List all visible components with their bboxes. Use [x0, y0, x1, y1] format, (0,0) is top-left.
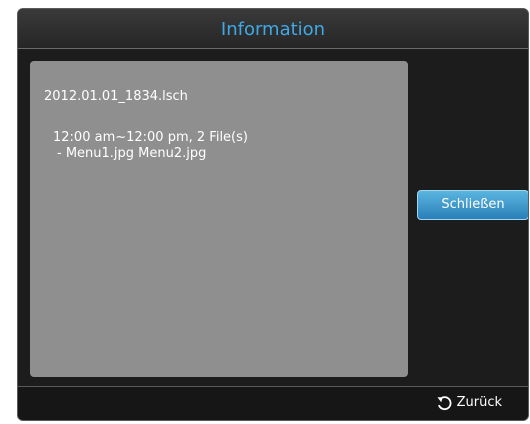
file-name: 2012.01.01_1834.lsch [44, 89, 188, 104]
information-dialog: Information 2012.01.01_1834.lsch 12:00 a… [17, 8, 529, 421]
close-button[interactable]: Schließen [417, 190, 528, 220]
info-panel: 2012.01.01_1834.lsch 12:00 am~12:00 pm, … [30, 61, 408, 377]
file-list: - Menu1.jpg Menu2.jpg [57, 146, 207, 161]
dialog-header: Information [18, 9, 528, 49]
dialog-footer: Zurück [18, 386, 528, 420]
dialog-title: Information [220, 19, 326, 40]
back-label: Zurück [456, 395, 502, 410]
back-button[interactable]: Zurück [436, 395, 502, 411]
return-icon [436, 395, 452, 411]
schedule-info: 12:00 am~12:00 pm, 2 File(s) [53, 130, 248, 145]
